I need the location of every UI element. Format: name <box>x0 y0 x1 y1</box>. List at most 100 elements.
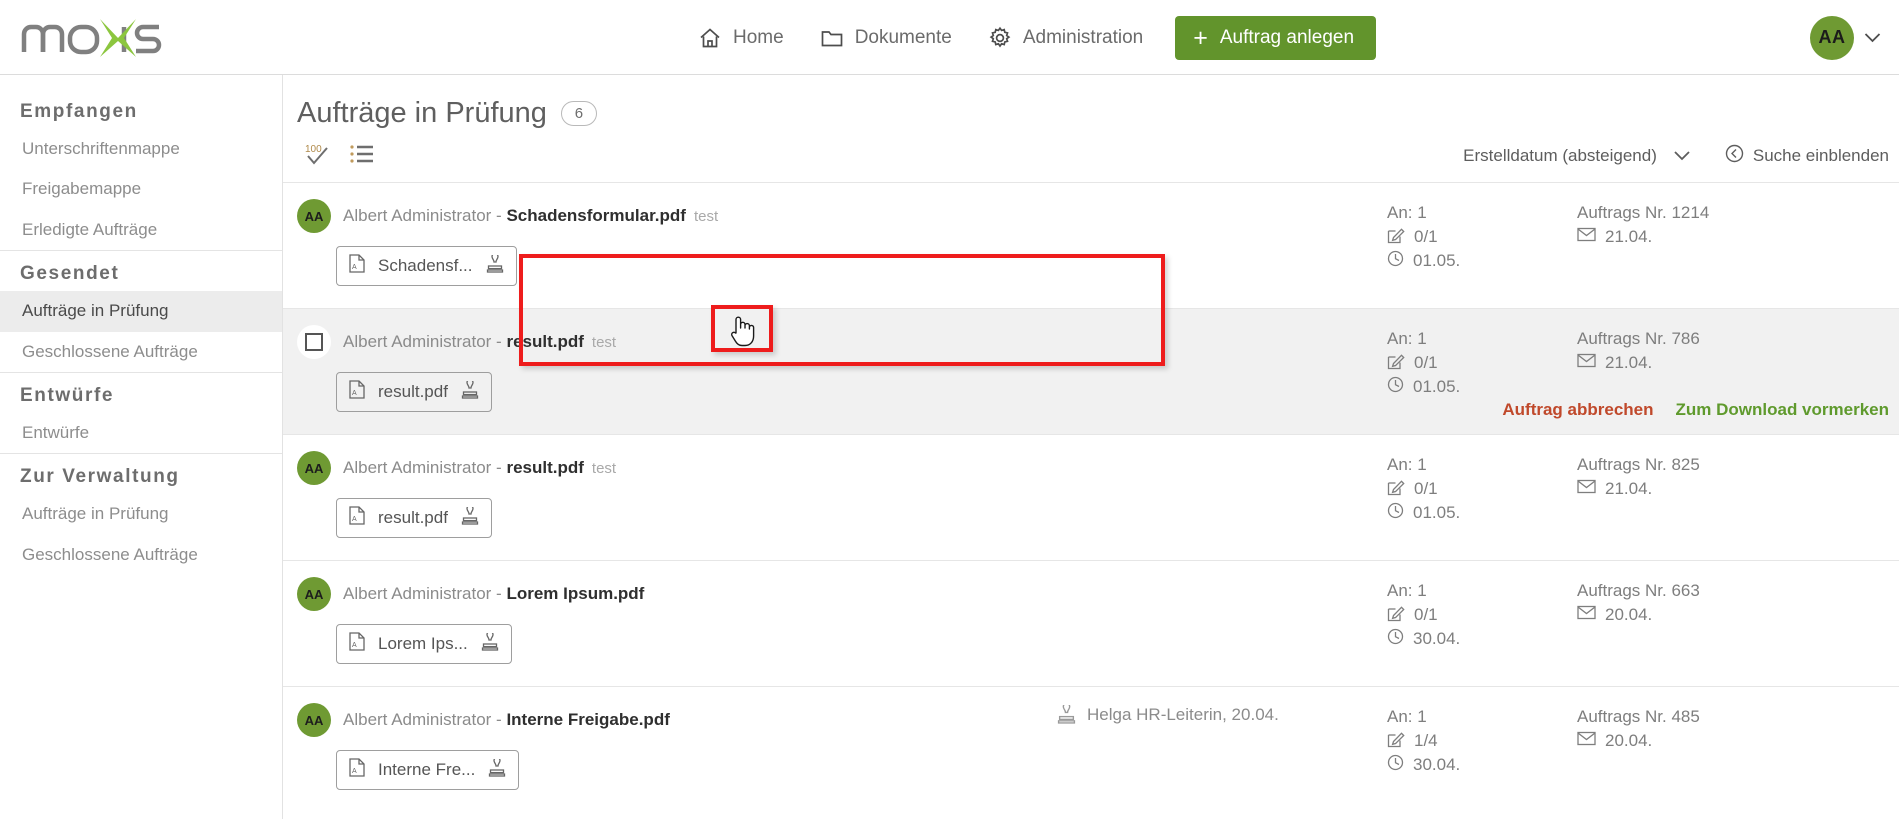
table-row[interactable]: Albert Administrator - result.pdftest A … <box>283 308 1899 434</box>
top-bar: Home Dokumente Administration + Auftrag … <box>0 0 1899 75</box>
nav-label-home: Home <box>733 27 784 49</box>
signatures-line: 1/4 <box>1387 729 1577 753</box>
recipients-line: An: 1 <box>1387 453 1577 477</box>
mark-for-download-link[interactable]: Zum Download vormerken <box>1676 400 1889 420</box>
row-meta-right: Auftrags Nr. 663 20.04. <box>1577 577 1857 627</box>
user-menu[interactable]: AA <box>1810 0 1881 75</box>
sidebar-item-erledigte-auftraege[interactable]: Erledigte Aufträge <box>0 210 282 250</box>
sidebar-group-zur-verwaltung: Zur Verwaltung Aufträge in Prüfung Gesch… <box>0 453 282 575</box>
pdf-file-icon: A <box>349 632 365 656</box>
envelope-icon <box>1577 479 1596 499</box>
circle-chevron-left-icon <box>1725 144 1744 168</box>
stamp-download-icon <box>461 381 479 404</box>
cancel-order-link[interactable]: Auftrag abbrechen <box>1502 400 1653 420</box>
order-number: Auftrags Nr. 786 <box>1577 329 1700 349</box>
nav-item-dokumente[interactable]: Dokumente <box>802 20 970 56</box>
svg-text:A: A <box>352 390 357 397</box>
list-view-icon[interactable] <box>349 143 375 170</box>
create-order-button[interactable]: + Auftrag anlegen <box>1175 16 1376 60</box>
signatures-count: 0/1 <box>1414 227 1438 247</box>
home-icon <box>698 26 722 50</box>
sidebar-heading-zur-verwaltung: Zur Verwaltung <box>0 454 282 494</box>
sent-date-line: 20.04. <box>1577 603 1857 627</box>
sidebar-item-verwaltung-geschlossene-auftraege[interactable]: Geschlossene Aufträge <box>0 535 282 575</box>
signatures-line: 0/1 <box>1387 351 1577 375</box>
sidebar-item-verwaltung-auftraege-in-pruefung[interactable]: Aufträge in Prüfung <box>0 494 282 534</box>
chevron-down-icon[interactable] <box>1864 29 1881 46</box>
search-toggle-label: Suche einblenden <box>1753 146 1889 166</box>
sidebar-item-entwuerfe[interactable]: Entwürfe <box>0 413 282 453</box>
deadline-line: 30.04. <box>1387 627 1577 651</box>
page-header: Aufträge in Prüfung 6 <box>283 75 1899 130</box>
sidebar-item-geschlossene-auftraege[interactable]: Geschlossene Aufträge <box>0 332 282 372</box>
signatures-line: 0/1 <box>1387 477 1577 501</box>
row-title: Albert Administrator - result.pdftest <box>343 332 616 352</box>
avatar: AA <box>297 577 331 611</box>
clock-icon <box>1387 250 1404 272</box>
moxis-logo[interactable] <box>18 14 168 60</box>
search-toggle[interactable]: Suche einblenden <box>1725 144 1889 168</box>
row-meta-right: Auftrags Nr. 825 21.04. <box>1577 451 1857 501</box>
deadline-line: 30.04. <box>1387 753 1577 777</box>
pdf-file-icon: A <box>349 506 365 530</box>
sidebar-item-unterschriftenmappe[interactable]: Unterschriftenmappe <box>0 129 282 169</box>
sent-date: 21.04. <box>1605 227 1652 247</box>
row-main-column: AA Albert Administrator - result.pdftest… <box>297 451 1057 538</box>
svg-text:A: A <box>352 264 357 271</box>
row-meta-right: Auftrags Nr. 485 20.04. <box>1577 703 1857 753</box>
avatar: AA <box>297 703 331 737</box>
signatures-count: 0/1 <box>1414 479 1438 499</box>
order-number-line: Auftrags Nr. 663 <box>1577 579 1857 603</box>
sidebar-item-auftraege-in-pruefung[interactable]: Aufträge in Prüfung <box>0 291 282 331</box>
recipients-label: An: 1 <box>1387 581 1427 601</box>
row-sender: Albert Administrator - <box>343 710 506 729</box>
signatures-line: 0/1 <box>1387 603 1577 627</box>
table-row[interactable]: AA Albert Administrator - Interne Freiga… <box>283 686 1899 812</box>
row-sender: Albert Administrator - <box>343 584 506 603</box>
sidebar-item-freigabemappe[interactable]: Freigabemappe <box>0 169 282 209</box>
row-tag: test <box>592 460 616 477</box>
avatar: AA <box>297 199 331 233</box>
nav-item-home[interactable]: Home <box>680 20 802 56</box>
deadline-line: 01.05. <box>1387 375 1577 399</box>
table-row[interactable]: AA Albert Administrator - Schadensformul… <box>283 182 1899 308</box>
sidebar-group-gesendet: Gesendet Aufträge in Prüfung Geschlossen… <box>0 250 282 372</box>
pencil-square-icon <box>1387 604 1405 627</box>
row-document-name: result.pdf <box>506 332 583 351</box>
pdf-file-icon: A <box>349 380 365 404</box>
row-meta-left: An: 1 1/4 <box>1387 703 1577 777</box>
pencil-square-icon <box>1387 352 1405 375</box>
order-number-line: Auftrags Nr. 825 <box>1577 453 1857 477</box>
deadline-date: 30.04. <box>1413 755 1460 775</box>
deadline-date: 01.05. <box>1413 377 1460 397</box>
document-chip[interactable]: A Interne Fre... <box>336 750 519 790</box>
chevron-down-icon <box>1673 146 1691 166</box>
row-identity: AA Albert Administrator - result.pdftest <box>297 451 1057 485</box>
table-row[interactable]: AA Albert Administrator - Lorem Ipsum.pd… <box>283 560 1899 686</box>
document-chip[interactable]: A Lorem Ips... <box>336 624 512 664</box>
table-row[interactable]: AA Albert Administrator - result.pdftest… <box>283 434 1899 560</box>
row-document-name: Lorem Ipsum.pdf <box>506 584 644 603</box>
document-chip[interactable]: A result.pdf <box>336 498 492 538</box>
sort-dropdown[interactable]: Erstelldatum (absteigend) <box>1463 146 1691 166</box>
deadline-line: 01.05. <box>1387 249 1577 273</box>
signer-name-and-date: Helga HR-Leiterin, 20.04. <box>1087 705 1279 725</box>
folder-icon <box>820 26 844 50</box>
pdf-file-icon: A <box>349 254 365 278</box>
nav-item-administration[interactable]: Administration <box>970 20 1161 56</box>
row-sender: Albert Administrator - <box>343 332 506 351</box>
signatures-count: 0/1 <box>1414 353 1438 373</box>
avatar[interactable]: AA <box>1810 16 1854 60</box>
select-100-icon[interactable]: 100 <box>303 141 333 172</box>
clock-icon <box>1387 754 1404 776</box>
sent-date-line: 21.04. <box>1577 225 1857 249</box>
row-checkbox[interactable] <box>305 333 323 351</box>
recipients-label: An: 1 <box>1387 707 1427 727</box>
signatures-line: 0/1 <box>1387 225 1577 249</box>
row-main-column: AA Albert Administrator - Lorem Ipsum.pd… <box>297 577 1057 664</box>
document-chip[interactable]: A result.pdf <box>336 372 492 412</box>
recipients-line: An: 1 <box>1387 201 1577 225</box>
deadline-date: 30.04. <box>1413 629 1460 649</box>
row-actions: Auftrag abbrechen Zum Download vormerken <box>1502 400 1889 420</box>
document-chip[interactable]: A Schadensf... <box>336 246 517 286</box>
